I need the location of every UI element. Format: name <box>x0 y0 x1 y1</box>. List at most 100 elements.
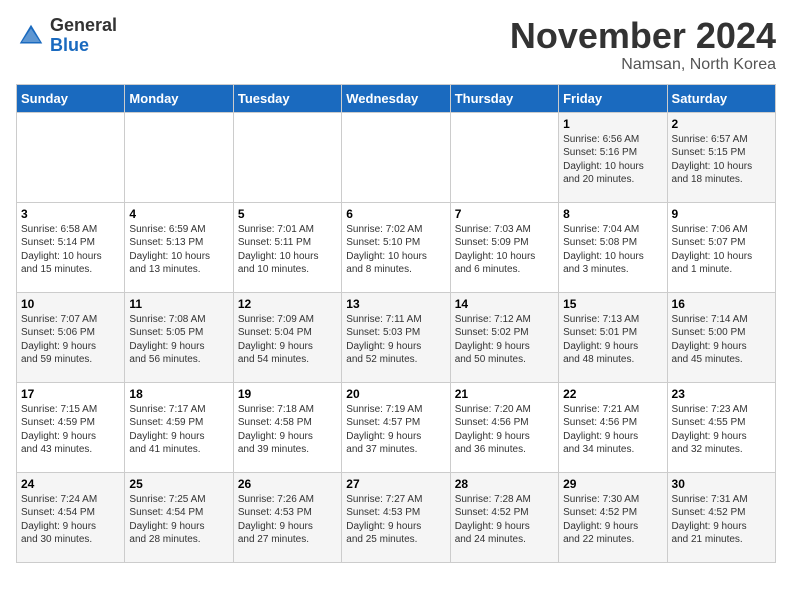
calendar-cell: 17 Sunrise: 7:15 AMSunset: 4:59 PMDayligh… <box>17 382 125 472</box>
calendar-cell: 16 Sunrise: 7:14 AMSunset: 5:00 PMDayligh… <box>667 292 775 382</box>
day-info: Sunrise: 7:07 AMSunset: 5:06 PMDaylight:… <box>21 313 120 367</box>
day-number: 22 <box>563 387 662 401</box>
day-info: Sunrise: 7:17 AMSunset: 4:59 PMDaylight:… <box>129 403 228 457</box>
calendar-cell: 20Sunrise: 7:19 AMSunset: 4:57 PMDayligh… <box>342 382 450 472</box>
logo-blue-text: Blue <box>50 35 89 55</box>
calendar-cell <box>342 112 450 202</box>
calendar-cell <box>17 112 125 202</box>
day-number: 17 <box>21 387 120 401</box>
calendar-cell: 18Sunrise: 7:17 AMSunset: 4:59 PMDayligh… <box>125 382 233 472</box>
day-info: Sunrise: 7:27 AMSunset: 4:53 PMDaylight:… <box>346 493 445 547</box>
logo-general-text: General <box>50 15 117 35</box>
day-info: Sunrise: 7:25 AMSunset: 4:54 PMDaylight:… <box>129 493 228 547</box>
day-number: 23 <box>672 387 771 401</box>
day-info: Sunrise: 7:30 AMSunset: 4:52 PMDaylight:… <box>563 493 662 547</box>
day-info: Sunrise: 6:56 AMSunset: 5:16 PMDaylight:… <box>563 133 662 187</box>
day-number: 24 <box>21 477 120 491</box>
month-title: November 2024 <box>510 16 776 56</box>
calendar-week-row: 3Sunrise: 6:58 AMSunset: 5:14 PMDaylight… <box>17 202 776 292</box>
calendar-cell: 4 Sunrise: 6:59 AMSunset: 5:13 PMDaylight… <box>125 202 233 292</box>
calendar-table: SundayMondayTuesdayWednesdayThursdayFrid… <box>16 84 776 563</box>
calendar-week-row: 17 Sunrise: 7:15 AMSunset: 4:59 PMDayligh… <box>17 382 776 472</box>
day-info: Sunrise: 7:19 AMSunset: 4:57 PMDaylight:… <box>346 403 445 457</box>
day-info: Sunrise: 7:14 AMSunset: 5:00 PMDaylight:… <box>672 313 771 367</box>
calendar-week-row: 10 Sunrise: 7:07 AMSunset: 5:06 PMDayligh… <box>17 292 776 382</box>
day-number: 21 <box>455 387 554 401</box>
weekday-header-tuesday: Tuesday <box>233 84 341 112</box>
day-info: Sunrise: 7:18 AMSunset: 4:58 PMDaylight:… <box>238 403 337 457</box>
day-info: Sunrise: 6:58 AMSunset: 5:14 PMDaylight:… <box>21 223 120 277</box>
day-info: Sunrise: 7:11 AMSunset: 5:03 PMDaylight:… <box>346 313 445 367</box>
day-number: 16 <box>672 297 771 311</box>
day-info: Sunrise: 7:06 AMSunset: 5:07 PMDaylight:… <box>672 223 771 277</box>
calendar-cell: 3Sunrise: 6:58 AMSunset: 5:14 PMDaylight… <box>17 202 125 292</box>
calendar-cell <box>233 112 341 202</box>
calendar-cell: 7 Sunrise: 7:03 AMSunset: 5:09 PMDaylight… <box>450 202 558 292</box>
day-number: 4 <box>129 207 228 221</box>
day-info: Sunrise: 7:08 AMSunset: 5:05 PMDaylight:… <box>129 313 228 367</box>
calendar-cell: 14Sunrise: 7:12 AMSunset: 5:02 PMDayligh… <box>450 292 558 382</box>
weekday-header-saturday: Saturday <box>667 84 775 112</box>
weekday-header-wednesday: Wednesday <box>342 84 450 112</box>
day-number: 15 <box>563 297 662 311</box>
day-number: 30 <box>672 477 771 491</box>
calendar-cell: 21 Sunrise: 7:20 AMSunset: 4:56 PMDayligh… <box>450 382 558 472</box>
day-info: Sunrise: 7:28 AMSunset: 4:52 PMDaylight:… <box>455 493 554 547</box>
calendar-cell: 1 Sunrise: 6:56 AMSunset: 5:16 PMDaylight… <box>559 112 667 202</box>
weekday-header-sunday: Sunday <box>17 84 125 112</box>
day-number: 28 <box>455 477 554 491</box>
calendar-cell: 23 Sunrise: 7:23 AMSunset: 4:55 PMDayligh… <box>667 382 775 472</box>
logo-icon <box>16 21 46 51</box>
day-info: Sunrise: 7:04 AMSunset: 5:08 PMDaylight:… <box>563 223 662 277</box>
day-info: Sunrise: 7:31 AMSunset: 4:52 PMDaylight:… <box>672 493 771 547</box>
calendar-cell: 12Sunrise: 7:09 AMSunset: 5:04 PMDayligh… <box>233 292 341 382</box>
title-block: November 2024 Namsan, North Korea <box>510 16 776 74</box>
calendar-cell <box>450 112 558 202</box>
day-number: 29 <box>563 477 662 491</box>
day-info: Sunrise: 7:02 AMSunset: 5:10 PMDaylight:… <box>346 223 445 277</box>
location: Namsan, North Korea <box>510 56 776 74</box>
day-number: 11 <box>129 297 228 311</box>
day-number: 10 <box>21 297 120 311</box>
day-number: 1 <box>563 117 662 131</box>
day-number: 19 <box>238 387 337 401</box>
calendar-cell: 8Sunrise: 7:04 AMSunset: 5:08 PMDaylight… <box>559 202 667 292</box>
calendar-cell: 25Sunrise: 7:25 AMSunset: 4:54 PMDayligh… <box>125 472 233 562</box>
day-info: Sunrise: 7:03 AMSunset: 5:09 PMDaylight:… <box>455 223 554 277</box>
day-number: 2 <box>672 117 771 131</box>
page-header: General Blue November 2024 Namsan, North… <box>16 16 776 74</box>
weekday-header-friday: Friday <box>559 84 667 112</box>
day-info: Sunrise: 7:01 AMSunset: 5:11 PMDaylight:… <box>238 223 337 277</box>
calendar-cell: 29 Sunrise: 7:30 AMSunset: 4:52 PMDayligh… <box>559 472 667 562</box>
calendar-cell: 15 Sunrise: 7:13 AMSunset: 5:01 PMDayligh… <box>559 292 667 382</box>
day-number: 6 <box>346 207 445 221</box>
calendar-cell: 10 Sunrise: 7:07 AMSunset: 5:06 PMDayligh… <box>17 292 125 382</box>
calendar-week-row: 24Sunrise: 7:24 AMSunset: 4:54 PMDayligh… <box>17 472 776 562</box>
day-info: Sunrise: 7:20 AMSunset: 4:56 PMDaylight:… <box>455 403 554 457</box>
day-info: Sunrise: 7:26 AMSunset: 4:53 PMDaylight:… <box>238 493 337 547</box>
day-info: Sunrise: 6:57 AMSunset: 5:15 PMDaylight:… <box>672 133 771 187</box>
calendar-cell: 26 Sunrise: 7:26 AMSunset: 4:53 PMDayligh… <box>233 472 341 562</box>
weekday-header-row: SundayMondayTuesdayWednesdayThursdayFrid… <box>17 84 776 112</box>
day-number: 12 <box>238 297 337 311</box>
calendar-cell: 22Sunrise: 7:21 AMSunset: 4:56 PMDayligh… <box>559 382 667 472</box>
calendar-cell <box>125 112 233 202</box>
calendar-cell: 2 Sunrise: 6:57 AMSunset: 5:15 PMDaylight… <box>667 112 775 202</box>
calendar-cell: 6 Sunrise: 7:02 AMSunset: 5:10 PMDaylight… <box>342 202 450 292</box>
calendar-cell: 11 Sunrise: 7:08 AMSunset: 5:05 PMDayligh… <box>125 292 233 382</box>
day-info: Sunrise: 6:59 AMSunset: 5:13 PMDaylight:… <box>129 223 228 277</box>
day-number: 7 <box>455 207 554 221</box>
calendar-cell: 5 Sunrise: 7:01 AMSunset: 5:11 PMDaylight… <box>233 202 341 292</box>
weekday-header-monday: Monday <box>125 84 233 112</box>
day-number: 26 <box>238 477 337 491</box>
calendar-cell: 28 Sunrise: 7:28 AMSunset: 4:52 PMDayligh… <box>450 472 558 562</box>
day-info: Sunrise: 7:15 AMSunset: 4:59 PMDaylight:… <box>21 403 120 457</box>
calendar-cell: 30 Sunrise: 7:31 AMSunset: 4:52 PMDayligh… <box>667 472 775 562</box>
day-number: 13 <box>346 297 445 311</box>
calendar-cell: 24Sunrise: 7:24 AMSunset: 4:54 PMDayligh… <box>17 472 125 562</box>
day-number: 5 <box>238 207 337 221</box>
calendar-cell: 13 Sunrise: 7:11 AMSunset: 5:03 PMDayligh… <box>342 292 450 382</box>
calendar-week-row: 1 Sunrise: 6:56 AMSunset: 5:16 PMDaylight… <box>17 112 776 202</box>
day-info: Sunrise: 7:23 AMSunset: 4:55 PMDaylight:… <box>672 403 771 457</box>
day-info: Sunrise: 7:13 AMSunset: 5:01 PMDaylight:… <box>563 313 662 367</box>
